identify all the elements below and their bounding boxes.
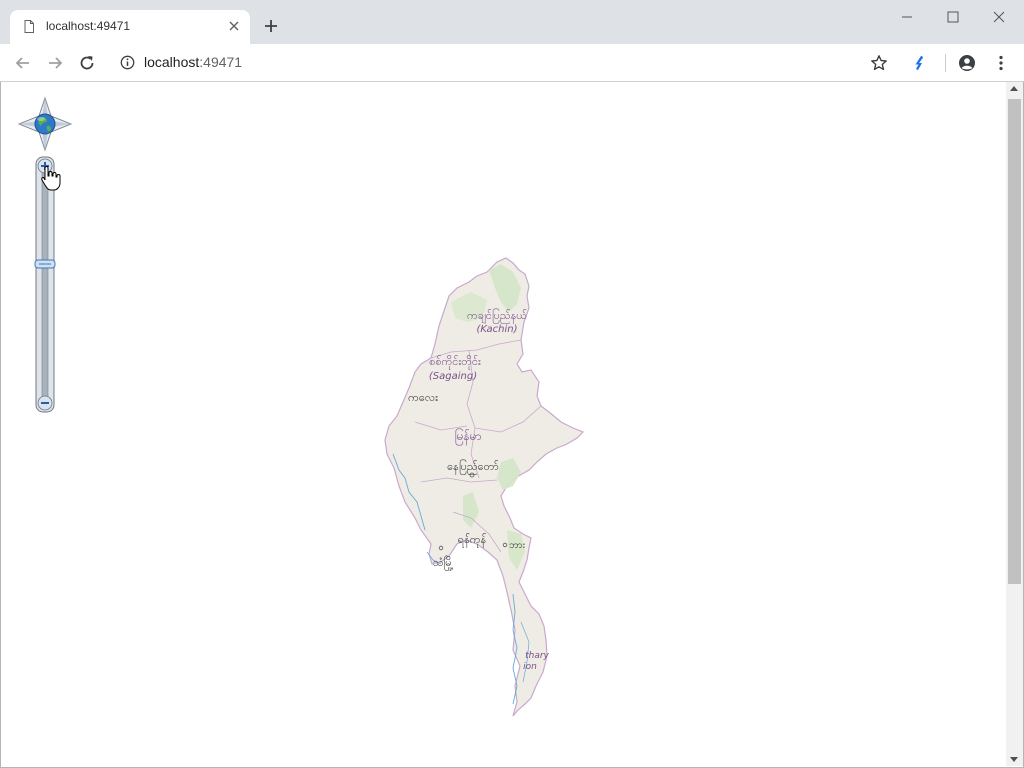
map-label-yangon: ရန်ကုန် — [458, 533, 486, 548]
map-canvas[interactable]: ကချင်ပြည်နယ် (Kachin) စစ်ကိုင်းတိုင်း (S… — [1, 82, 1006, 766]
toolbar: localhost:49471 — [0, 44, 1024, 82]
menu-icon[interactable] — [992, 54, 1010, 72]
tab-title: localhost:49471 — [46, 19, 131, 33]
browser-tab[interactable]: localhost:49471 — [10, 10, 250, 44]
bookmark-star-icon[interactable] — [870, 54, 888, 72]
info-icon[interactable] — [120, 55, 135, 70]
toolbar-separator — [945, 54, 946, 72]
maximize-icon[interactable] — [942, 8, 964, 26]
tab-strip: localhost:49471 — [0, 0, 1024, 44]
map-label-sagaing-en: (Sagaing) — [429, 371, 477, 382]
zoom-out-button[interactable] — [37, 395, 53, 411]
url-host: localhost — [144, 54, 200, 70]
close-window-icon[interactable] — [988, 8, 1010, 26]
zoom-control[interactable] — [34, 156, 56, 413]
zoom-slider-thumb[interactable] — [34, 259, 56, 269]
map-label-kalay: ကလေး — [408, 391, 438, 404]
globe-icon[interactable] — [34, 113, 56, 135]
address-bar[interactable]: localhost:49471 — [144, 54, 242, 70]
map-label-kachin: ကချင်ပြည်နယ် — [467, 308, 527, 324]
map-label-hpa-an: ဘား — [509, 540, 526, 551]
map-label-kachin-en: (Kachin) — [476, 324, 517, 335]
map-label-than-myo: သံမြို့ — [433, 555, 453, 571]
extension-icon[interactable] — [911, 54, 929, 72]
new-tab-icon[interactable] — [262, 17, 280, 35]
close-tab-icon[interactable] — [226, 18, 242, 34]
scroll-down-arrow-icon[interactable] — [1010, 757, 1018, 762]
map-label-sagaing: စစ်ကိုင်းတိုင်း — [429, 355, 481, 370]
reload-icon[interactable] — [78, 54, 96, 72]
pan-control[interactable] — [17, 96, 73, 152]
page-icon — [24, 20, 34, 33]
profile-icon[interactable] — [958, 54, 976, 72]
scroll-up-arrow-icon[interactable] — [1010, 86, 1018, 91]
map-label-naypyidaw: နေပြည်တော် — [447, 459, 499, 475]
forward-icon[interactable] — [46, 54, 64, 72]
scrollbar-thumb[interactable] — [1008, 99, 1021, 584]
minimize-icon[interactable] — [896, 8, 918, 26]
back-icon[interactable] — [14, 54, 32, 72]
map-viewport[interactable]: ကချင်ပြည်နယ် (Kachin) စစ်ကိုင်းတိုင်း (S… — [1, 82, 1006, 766]
vertical-scrollbar[interactable] — [1006, 82, 1023, 766]
url-port: :49471 — [199, 54, 243, 70]
map-label-tanintharyi-2: ion — [523, 662, 537, 672]
map-label-tanintharyi-1: thary — [525, 651, 549, 661]
